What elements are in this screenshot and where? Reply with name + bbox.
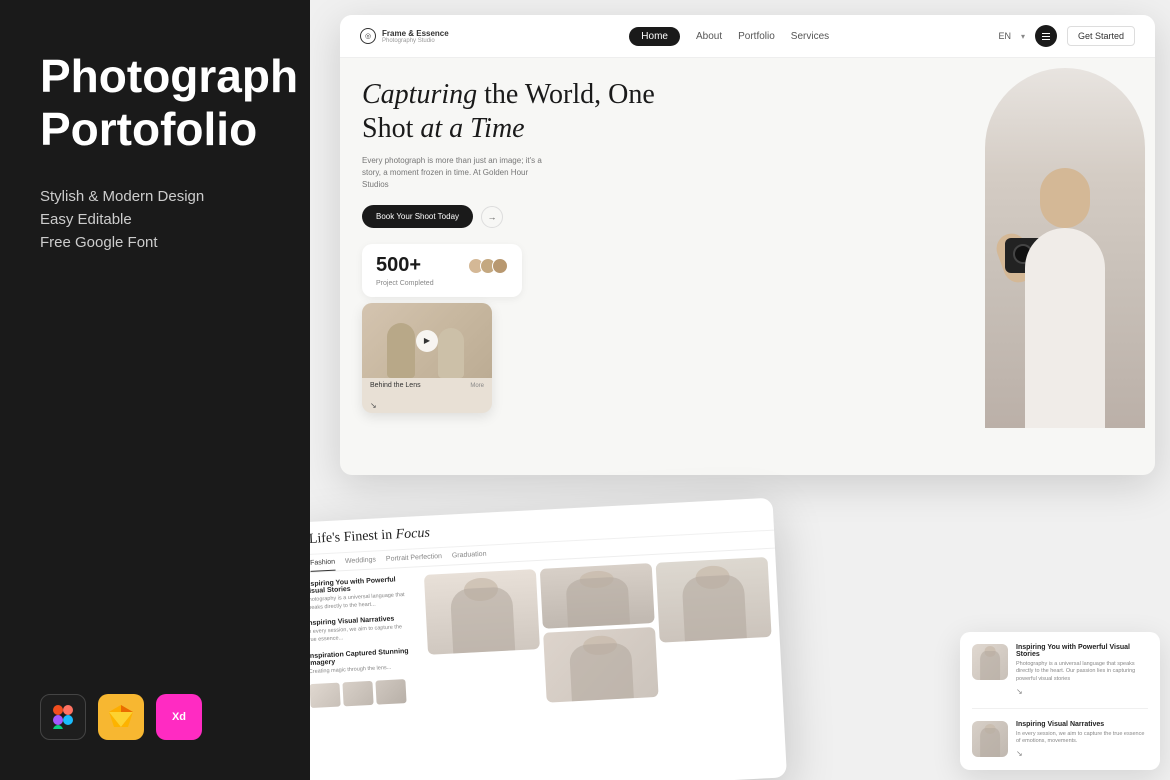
nav-about[interactable]: About: [696, 31, 722, 42]
photo-col-2: [540, 563, 662, 768]
nav-right: EN ▾ Get Started: [998, 25, 1135, 47]
lang-chevron: ▾: [1021, 32, 1025, 41]
silhouette-2: [438, 328, 464, 378]
text-block-1: Inspiring You with Powerful Visual Stori…: [310, 576, 410, 613]
tm-thumb-2: [972, 721, 1008, 757]
tab-graduation[interactable]: Graduation: [452, 551, 487, 565]
nav-logo: ◎ Frame & Essence Photography Studio: [360, 28, 460, 44]
tm-body-1: Photography is a universal language that…: [1016, 661, 1148, 684]
tm-arrow-1: ↘: [1016, 687, 1148, 696]
left-panel: PhotographPortofolio Stylish & Modern De…: [0, 0, 310, 780]
tm-text-1: Inspiring You with Powerful Visual Stori…: [1016, 644, 1148, 696]
stat-card-1: 500+ Project Completed: [362, 244, 522, 297]
play-button[interactable]: ▶: [416, 330, 438, 352]
stat-label-1: Project Completed: [376, 280, 508, 287]
book-shoot-button[interactable]: Book Your Shoot Today: [362, 205, 473, 228]
menu-button[interactable]: [1035, 25, 1057, 47]
left-top: PhotographPortofolio Stylish & Modern De…: [40, 50, 275, 291]
nav-services[interactable]: Services: [791, 31, 829, 42]
second-mockup-left: Inspiring You with Powerful Visual Stori…: [310, 567, 427, 780]
nav-links: Home About Portfolio Services: [480, 27, 978, 46]
right-panel: ◎ Frame & Essence Photography Studio Hom…: [310, 0, 1170, 780]
text-block-2: Inspiring Visual Narratives In every ses…: [310, 615, 411, 645]
main-mockup: ◎ Frame & Essence Photography Studio Hom…: [340, 15, 1155, 475]
second-mockup-content: Inspiring You with Powerful Visual Stori…: [310, 549, 786, 780]
nav-cta-button[interactable]: Get Started: [1067, 26, 1135, 46]
features-list: Stylish & Modern Design Easy Editable Fr…: [40, 188, 275, 251]
third-mockup: Inspiring You with Powerful Visual Stori…: [960, 632, 1160, 770]
tm-item-1: Inspiring You with Powerful Visual Stori…: [972, 644, 1148, 709]
tm-body-2: In every session, we aim to capture the …: [1016, 731, 1148, 746]
tab-weddings[interactable]: Weddings: [345, 556, 377, 570]
photo-tall-2: [656, 557, 772, 643]
lang-selector[interactable]: EN: [998, 31, 1011, 41]
video-card: ▶ Behind the Lens More ↘: [362, 303, 492, 413]
nav-portfolio[interactable]: Portfolio: [738, 31, 775, 42]
photo-tall-1: [424, 569, 540, 655]
tm-item-2: Inspiring Visual Narratives In every ses…: [972, 721, 1148, 758]
video-thumbnail: ▶: [362, 303, 492, 378]
silhouette-1: [387, 323, 415, 378]
xd-icon: Xd: [156, 694, 202, 740]
photo-col-1: [424, 569, 546, 774]
thumb-1: [310, 683, 341, 709]
logo-text: Frame & Essence Photography Studio: [382, 29, 449, 44]
tm-thumb-1: [972, 644, 1008, 680]
hero-arrow-button[interactable]: →: [481, 206, 503, 228]
feature-3: Free Google Font: [40, 234, 275, 251]
person-head: [1040, 168, 1090, 228]
tab-fashion[interactable]: Fashion: [310, 559, 335, 572]
xd-label: Xd: [172, 711, 186, 723]
thumb-2: [342, 681, 373, 707]
photographer-shape: [985, 68, 1145, 428]
stat-number-1: 500+: [376, 254, 421, 277]
logo-icon: ◎: [360, 28, 376, 44]
hero-subtitle: Every photograph is more than just an im…: [362, 155, 542, 191]
feature-1: Stylish & Modern Design: [40, 188, 275, 205]
photo-med-1: [540, 563, 655, 629]
photo-col-3: [656, 557, 778, 762]
thumb-3: [375, 680, 406, 706]
feature-2: Easy Editable: [40, 211, 275, 228]
tb2-body: In every session, we aim to capture the …: [310, 624, 411, 645]
video-more[interactable]: More: [470, 383, 484, 389]
mockup-nav: ◎ Frame & Essence Photography Studio Hom…: [340, 15, 1155, 58]
tm-text-2: Inspiring Visual Narratives In every ses…: [1016, 721, 1148, 758]
person-figure: [1015, 148, 1115, 428]
photographer-image: [975, 58, 1155, 438]
stat-card-top: 500+: [376, 254, 508, 277]
text-block-3: Inspiration Captured Stunning Imagery Cr…: [310, 647, 413, 676]
hero-section: Capturing the World, One Shot at a Time …: [340, 58, 1155, 473]
photo-wide-1: [543, 627, 659, 703]
video-card-footer: Behind the Lens More: [362, 378, 492, 393]
tm-title-2: Inspiring Visual Narratives: [1016, 721, 1148, 728]
person-shirt: [1025, 228, 1105, 428]
tm-title-1: Inspiring You with Powerful Visual Stori…: [1016, 644, 1148, 658]
second-mockup: Life's Finest in Focus Fashion Weddings …: [310, 498, 787, 780]
tm-arrow-2: ↘: [1016, 749, 1148, 758]
thumb-row: [310, 679, 415, 708]
app-icons-row: Xd: [40, 694, 275, 740]
video-title: Behind the Lens: [370, 382, 421, 389]
page-title: PhotographPortofolio: [40, 50, 275, 156]
figma-icon: [40, 694, 86, 740]
video-arrow: ↘: [370, 401, 377, 410]
avatar-3: [492, 258, 508, 274]
second-mockup-photos: [416, 549, 787, 780]
nav-home[interactable]: Home: [629, 27, 680, 46]
sketch-icon: [98, 694, 144, 740]
tb1-body: Photography is a universal language that…: [310, 592, 410, 613]
stat-avatars: [468, 258, 508, 274]
app-icons-section: Xd: [40, 694, 275, 740]
